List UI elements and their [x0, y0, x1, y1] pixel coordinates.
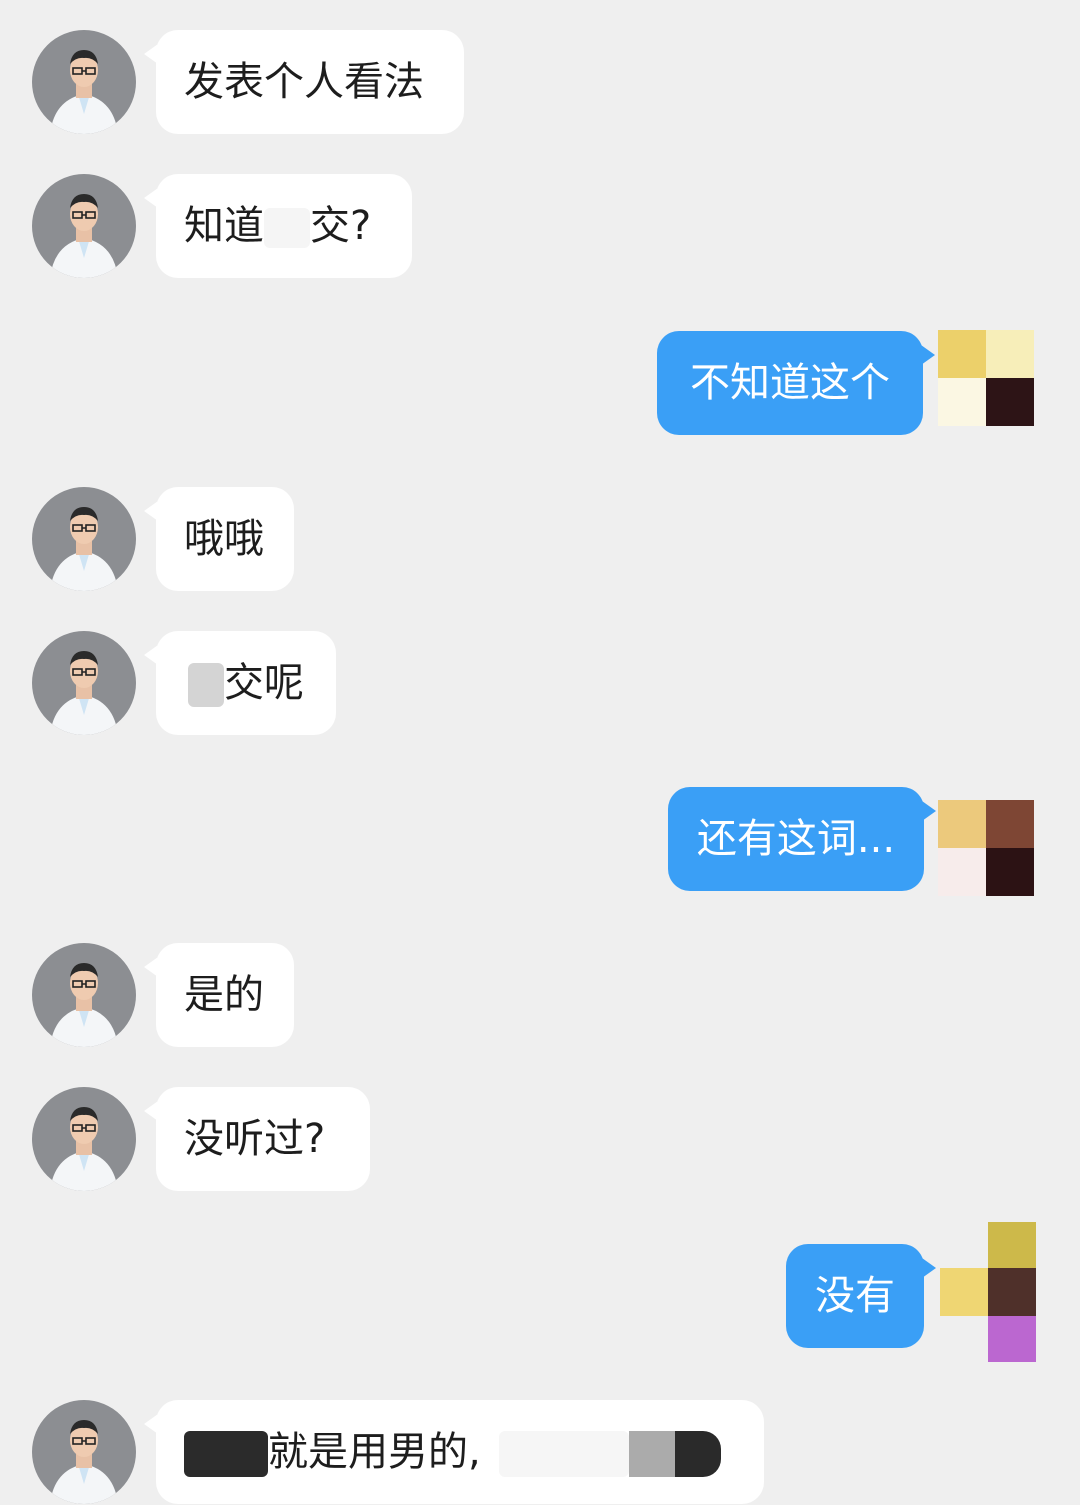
- message-text: 知道: [184, 203, 264, 249]
- redacted-blur: [498, 1431, 629, 1477]
- pixelated-avatar-icon: [938, 800, 986, 848]
- redacted-blur: [188, 663, 224, 707]
- message-bubble-incoming[interactable]: 没听过?: [144, 1087, 370, 1191]
- user-avatar[interactable]: [938, 330, 1034, 426]
- message-text: 交呢: [224, 660, 304, 706]
- message-text: 哦哦: [184, 516, 264, 562]
- contact-avatar[interactable]: [32, 174, 136, 278]
- message-text: 发表个人看法: [184, 59, 424, 105]
- message-text: 没有: [815, 1273, 895, 1319]
- message-bubble-outgoing[interactable]: 没有: [786, 1244, 936, 1348]
- message-text: 不知道这个: [690, 360, 890, 406]
- message-text: 交?: [310, 203, 372, 249]
- user-avatar[interactable]: [940, 1222, 1036, 1362]
- contact-avatar[interactable]: [32, 1400, 136, 1504]
- contact-avatar[interactable]: [32, 1087, 136, 1191]
- message-bubble-incoming[interactable]: 是的: [144, 943, 294, 1047]
- contact-avatar[interactable]: [32, 30, 136, 134]
- redacted-blur: [674, 1431, 721, 1477]
- message-text: 是的: [184, 972, 264, 1018]
- doctor-avatar-icon: [32, 174, 136, 278]
- doctor-avatar-icon: [32, 1400, 136, 1504]
- message-text: 还有这词...: [696, 816, 896, 862]
- user-avatar[interactable]: [938, 800, 1034, 896]
- contact-avatar[interactable]: [32, 631, 136, 735]
- message-bubble-incoming[interactable]: 知道 交?: [144, 174, 412, 278]
- message-bubble-incoming[interactable]: 发表个人看法: [144, 30, 464, 134]
- redacted-blur: [184, 1431, 268, 1477]
- message-text: 就是用男的,: [268, 1429, 481, 1475]
- contact-avatar[interactable]: [32, 487, 136, 591]
- doctor-avatar-icon: [32, 943, 136, 1047]
- message-bubble-outgoing[interactable]: 不知道这个: [657, 331, 935, 435]
- doctor-avatar-icon: [32, 1087, 136, 1191]
- pixelated-avatar-icon: [938, 330, 986, 378]
- redacted-blur: [264, 208, 310, 248]
- doctor-avatar-icon: [32, 631, 136, 735]
- redacted-blur: [628, 1431, 675, 1477]
- message-bubble-incoming[interactable]: 交呢: [144, 631, 336, 735]
- pixelated-avatar-icon: [940, 1222, 988, 1268]
- doctor-avatar-icon: [32, 30, 136, 134]
- message-bubble-outgoing[interactable]: 还有这词...: [668, 787, 936, 891]
- message-bubble-incoming[interactable]: 就是用男的,: [144, 1400, 764, 1504]
- doctor-avatar-icon: [32, 487, 136, 591]
- message-text: 没听过?: [184, 1116, 326, 1162]
- message-bubble-incoming[interactable]: 哦哦: [144, 487, 294, 591]
- contact-avatar[interactable]: [32, 943, 136, 1047]
